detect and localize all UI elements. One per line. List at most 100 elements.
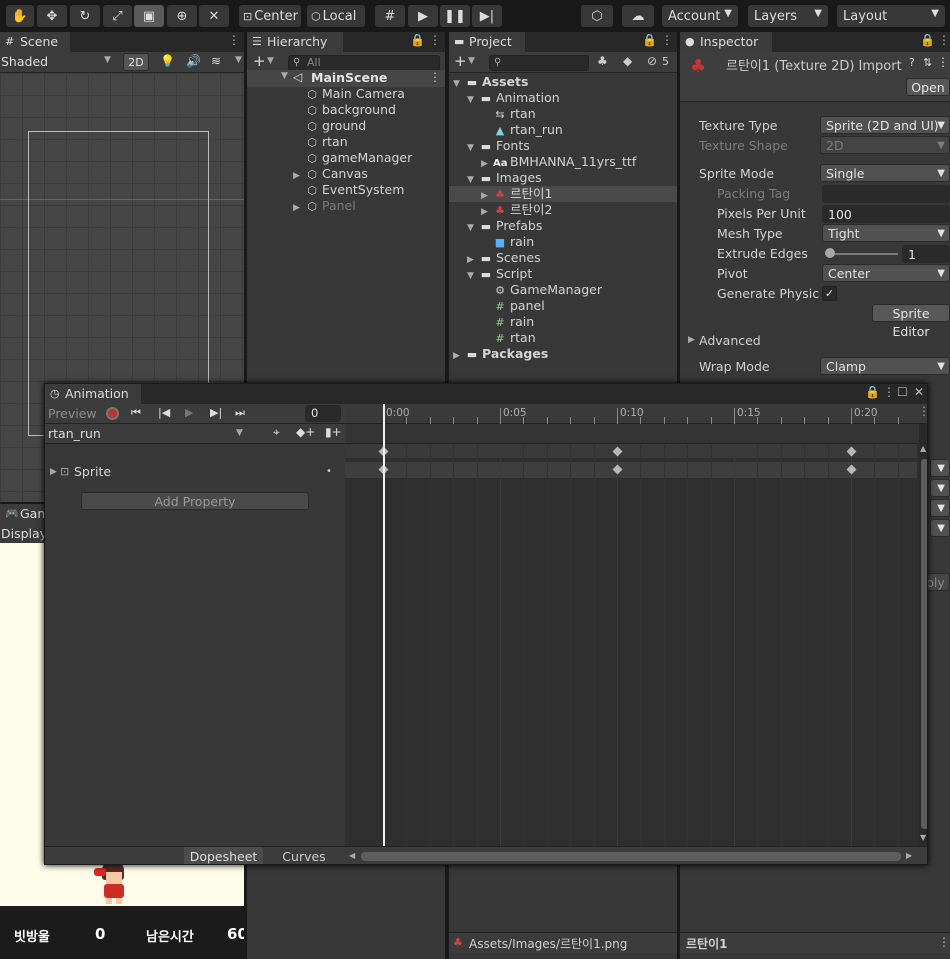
- hierarchy-item[interactable]: ⬡ EventSystem: [293, 182, 404, 198]
- filter-dropdown[interactable]: ▼: [930, 459, 950, 477]
- texture-type-dropdown[interactable]: Sprite (2D and UI) ▼: [820, 116, 950, 134]
- more-icon[interactable]: ⋮: [918, 404, 927, 418]
- tab-inspector[interactable]: ● Inspector: [680, 32, 772, 52]
- scroll-left-icon[interactable]: ◀: [349, 851, 355, 860]
- extrude-slider-track[interactable]: [826, 253, 898, 255]
- play-icon[interactable]: ▶: [185, 406, 193, 419]
- extrude-slider-handle[interactable]: [825, 248, 835, 258]
- mesh-type-dropdown[interactable]: Tight ▼: [822, 224, 950, 242]
- play-button[interactable]: ▶: [408, 5, 438, 27]
- project-asset[interactable]: ⚙ GameManager: [481, 282, 602, 298]
- layers-dropdown[interactable]: Layers ▼: [748, 5, 828, 27]
- close-icon[interactable]: ✕: [914, 385, 924, 399]
- first-key-icon[interactable]: ⏮: [131, 406, 141, 420]
- project-asset[interactable]: ⇆ rtan: [481, 106, 535, 122]
- tab-animation[interactable]: ◷ Animation: [45, 384, 141, 404]
- hierarchy-item[interactable]: ⬡ Main Camera: [293, 86, 405, 102]
- pivot-toggle[interactable]: ⊡ Center: [239, 5, 301, 27]
- property-row[interactable]: ▶ ⊡ Sprite •: [45, 444, 345, 479]
- custom-tool-button[interactable]: ✕: [199, 5, 229, 27]
- project-folder[interactable]: ▼ ▬ Animation: [467, 90, 560, 106]
- project-folder[interactable]: ▼ ▬ Prefabs: [467, 218, 542, 234]
- display-dropdown[interactable]: Display: [1, 526, 47, 541]
- lock-icon[interactable]: 🔒: [920, 33, 935, 47]
- scroll-right-icon[interactable]: ▶: [906, 851, 912, 860]
- scroll-up-icon[interactable]: ▲: [920, 444, 926, 453]
- more-icon[interactable]: ⋮: [937, 55, 949, 69]
- project-asset[interactable]: # rtan: [481, 330, 535, 346]
- vertical-scroll-thumb[interactable]: [921, 459, 927, 829]
- move-tool-button[interactable]: ✥: [37, 5, 67, 27]
- tab-hierarchy[interactable]: ☰ Hierarchy: [247, 32, 343, 52]
- scroll-down-icon[interactable]: ▼: [920, 833, 926, 842]
- hierarchy-search-input[interactable]: ⚲ All: [288, 55, 440, 71]
- horizontal-scrollbar[interactable]: ◀ ▶: [345, 846, 927, 864]
- snap-button[interactable]: #: [375, 5, 405, 27]
- max-size-dropdown[interactable]: ▼: [930, 499, 950, 517]
- space-toggle[interactable]: ⬡ Local: [307, 5, 365, 27]
- more-icon[interactable]: ⋮: [938, 33, 950, 47]
- more-icon[interactable]: ⋮: [938, 935, 950, 949]
- fold-closed-icon[interactable]: ▶: [688, 335, 695, 345]
- hierarchy-item[interactable]: ▶ ⬡ Canvas: [293, 166, 368, 182]
- lock-icon[interactable]: 🔒: [642, 33, 657, 47]
- preset-icon[interactable]: ⇅: [923, 56, 932, 69]
- next-key-icon[interactable]: ▶|: [210, 406, 222, 419]
- project-folder[interactable]: ▼ ▬ Assets: [453, 74, 528, 90]
- project-asset[interactable]: ▶ ♣ 르탄이2: [481, 202, 552, 218]
- rect-tool-button[interactable]: ▣: [134, 5, 164, 27]
- dopesheet-area[interactable]: 0:00 0:05 0:10 0:15 0:20 ▲ ▼ ◀ ▶: [345, 404, 927, 864]
- event-lane[interactable]: [345, 424, 927, 444]
- clip-dropdown[interactable]: rtan_run: [48, 426, 101, 441]
- prev-key-icon[interactable]: |◀: [158, 406, 170, 419]
- generate-physics-checkbox[interactable]: ✓: [822, 286, 837, 301]
- packing-tag-field[interactable]: [822, 185, 950, 203]
- layout-dropdown[interactable]: Layout ▼: [837, 5, 945, 27]
- scale-tool-button[interactable]: ⤢: [103, 5, 132, 27]
- fold-closed-icon[interactable]: ▶: [453, 348, 465, 364]
- pivot-dropdown[interactable]: Center ▼: [822, 264, 950, 282]
- aniso-dropdown[interactable]: ▼: [930, 479, 950, 497]
- record-icon[interactable]: [106, 407, 119, 420]
- fold-open-icon[interactable]: ▼: [467, 92, 479, 108]
- project-asset[interactable]: ■ rain: [481, 234, 534, 250]
- frame-field[interactable]: 0: [305, 405, 341, 422]
- last-key-icon[interactable]: ⏭: [235, 406, 245, 420]
- fold-closed-icon[interactable]: ▶: [50, 467, 57, 477]
- help-icon[interactable]: ?: [909, 56, 915, 69]
- advanced-foldout[interactable]: Advanced: [699, 333, 761, 349]
- filter-label-icon[interactable]: ◆: [623, 54, 632, 68]
- collab-button[interactable]: ⬡: [581, 5, 613, 27]
- curves-tab[interactable]: Curves: [263, 847, 345, 864]
- more-icon[interactable]: ⋮: [429, 33, 441, 47]
- hierarchy-item[interactable]: ▶ ⬡ Panel: [293, 198, 356, 214]
- hierarchy-item[interactable]: ⬡ ground: [293, 118, 366, 134]
- project-asset[interactable]: ▶ Aa BMHANNA_11yrs_ttf: [481, 154, 636, 170]
- project-search-input[interactable]: ⚲: [489, 55, 589, 71]
- shading-dropdown[interactable]: Shaded: [1, 54, 48, 69]
- hierarchy-item[interactable]: ⬡ gameManager: [293, 150, 412, 166]
- horizontal-scroll-thumb[interactable]: [361, 852, 901, 861]
- pause-button[interactable]: ❚❚: [440, 5, 470, 27]
- audio-icon[interactable]: 🔊: [186, 54, 201, 68]
- extrude-field[interactable]: 1: [902, 245, 950, 263]
- fold-open-icon[interactable]: ▼: [453, 76, 465, 92]
- sprite-editor-button[interactable]: Sprite Editor: [872, 304, 950, 339]
- transform-tool-button[interactable]: ⊕: [167, 5, 197, 27]
- fold-open-icon[interactable]: ▼: [467, 268, 479, 284]
- add-property-button[interactable]: Add Property: [81, 492, 309, 510]
- filter-type-icon[interactable]: ♣: [597, 54, 608, 68]
- more-icon[interactable]: ⋮: [661, 33, 673, 47]
- lock-icon[interactable]: 🔒: [865, 385, 880, 399]
- tab-scene[interactable]: # Scene: [0, 32, 70, 52]
- maximize-icon[interactable]: ☐: [897, 385, 908, 399]
- effects-icon[interactable]: ≋: [211, 54, 221, 68]
- step-button[interactable]: ▶|: [472, 5, 502, 27]
- add-event-icon[interactable]: ▮+: [325, 425, 342, 439]
- playhead[interactable]: [383, 404, 385, 846]
- cloud-button[interactable]: ☁: [622, 5, 654, 27]
- project-asset[interactable]: # rain: [481, 314, 534, 330]
- lock-icon[interactable]: 🔒: [410, 33, 425, 47]
- compression-dropdown[interactable]: ▼: [930, 519, 950, 537]
- fold-open-icon[interactable]: ▼: [467, 140, 479, 156]
